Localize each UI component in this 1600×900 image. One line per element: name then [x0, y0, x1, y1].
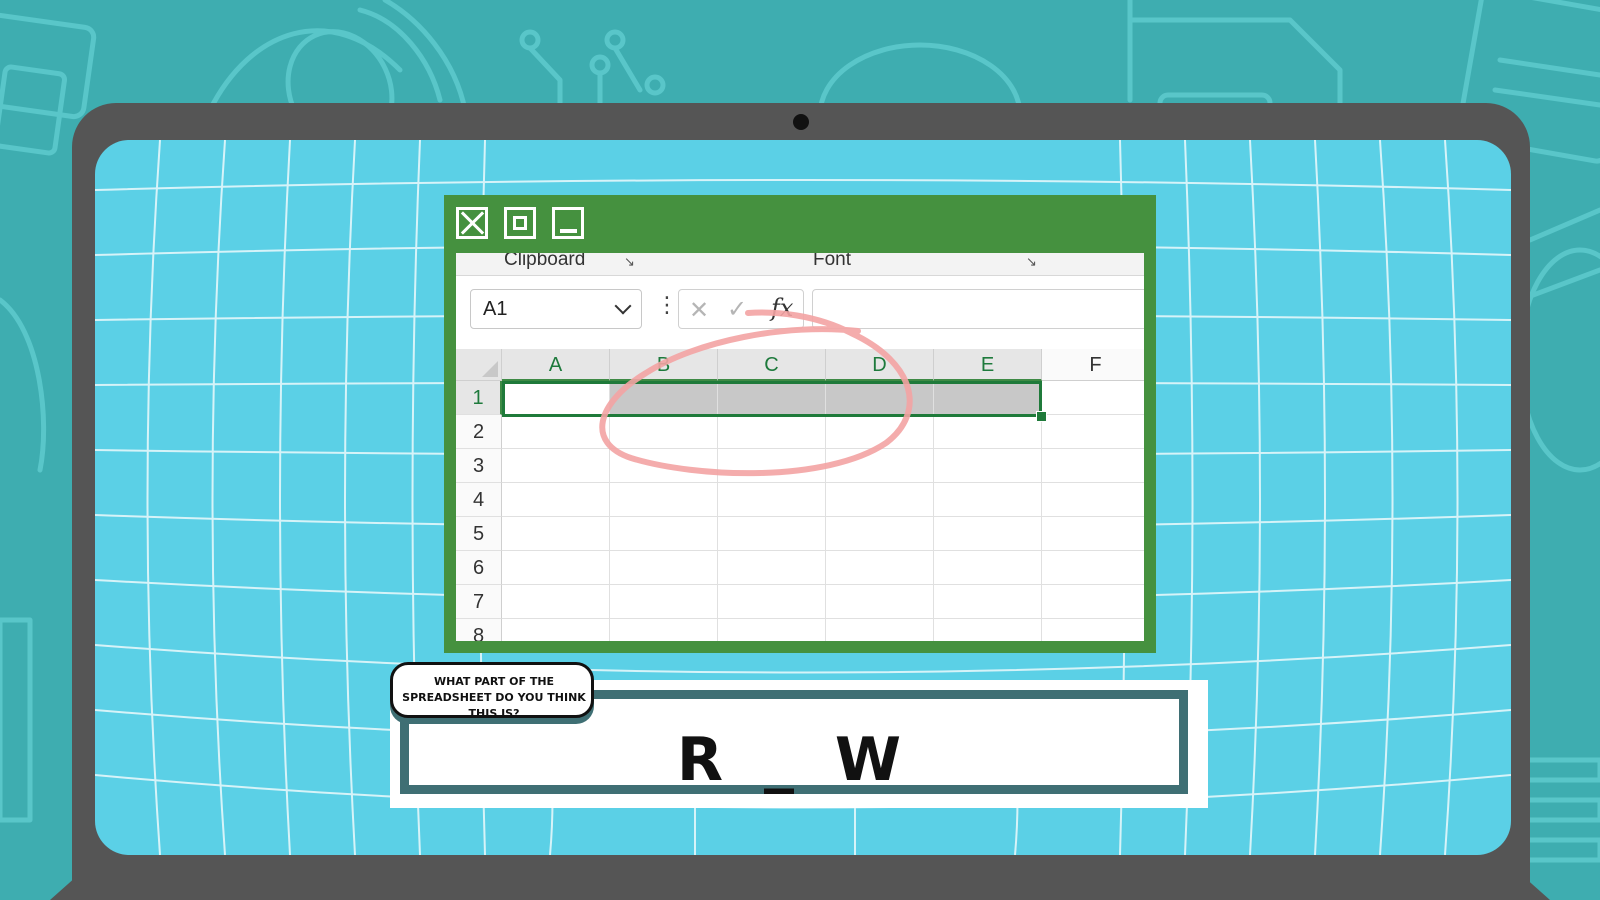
cell-f1[interactable]: [1042, 381, 1144, 415]
ribbon-group-strip: Clipboard ↘ Font ↘: [456, 253, 1144, 276]
row-header-8[interactable]: 8: [456, 619, 502, 641]
cell-a8[interactable]: [502, 619, 610, 641]
cell-a6[interactable]: [502, 551, 610, 585]
cell-a4[interactable]: [502, 483, 610, 517]
more-options-icon[interactable]: ⋮: [656, 295, 678, 317]
cell-b8[interactable]: [610, 619, 718, 641]
answer-hint: R _ W: [676, 725, 912, 795]
cell-f7[interactable]: [1042, 585, 1144, 619]
cell-d2[interactable]: [826, 415, 934, 449]
webcam-icon: [793, 114, 809, 130]
question-bubble: What part of the spreadsheet do you thin…: [390, 662, 594, 720]
spreadsheet-window: Clipboard ↘ Font ↘ A1 ⋮ ✕ ✓ fx ABCDEF 123…: [444, 195, 1156, 653]
cell-b3[interactable]: [610, 449, 718, 483]
cell-d3[interactable]: [826, 449, 934, 483]
cell-e2[interactable]: [934, 415, 1042, 449]
cell-a7[interactable]: [502, 585, 610, 619]
row-header-1[interactable]: 1: [456, 381, 502, 415]
cell-c7[interactable]: [718, 585, 826, 619]
formula-actions: ✕ ✓ fx: [678, 289, 804, 329]
cell-f4[interactable]: [1042, 483, 1144, 517]
cell-d1[interactable]: [826, 381, 934, 415]
fill-handle[interactable]: [1036, 411, 1047, 422]
question-text: What part of the spreadsheet do you thin…: [402, 675, 586, 720]
insert-function-icon[interactable]: fx: [771, 294, 793, 322]
cell-b6[interactable]: [610, 551, 718, 585]
cell-a3[interactable]: [502, 449, 610, 483]
minimize-icon[interactable]: [552, 207, 584, 239]
cell-b2[interactable]: [610, 415, 718, 449]
column-header-e[interactable]: E: [934, 349, 1042, 381]
cell-e1[interactable]: [934, 381, 1042, 415]
cell-a1[interactable]: [502, 381, 610, 415]
column-header-a[interactable]: A: [502, 349, 610, 381]
cell-d5[interactable]: [826, 517, 934, 551]
cell-c4[interactable]: [718, 483, 826, 517]
cell-c5[interactable]: [718, 517, 826, 551]
select-all-corner[interactable]: [456, 349, 502, 381]
cancel-icon[interactable]: ✕: [689, 296, 709, 324]
column-header-f[interactable]: F: [1042, 349, 1144, 381]
cell-e3[interactable]: [934, 449, 1042, 483]
cell-f5[interactable]: [1042, 517, 1144, 551]
cell-d4[interactable]: [826, 483, 934, 517]
maximize-icon[interactable]: [504, 207, 536, 239]
cell-c8[interactable]: [718, 619, 826, 641]
cell-d7[interactable]: [826, 585, 934, 619]
row-header-6[interactable]: 6: [456, 551, 502, 585]
row-header-3[interactable]: 3: [456, 449, 502, 483]
cell-c6[interactable]: [718, 551, 826, 585]
cell-e6[interactable]: [934, 551, 1042, 585]
formula-input[interactable]: [812, 289, 1144, 329]
spreadsheet-client-area: Clipboard ↘ Font ↘ A1 ⋮ ✕ ✓ fx ABCDEF 123…: [456, 253, 1144, 641]
column-header-b[interactable]: B: [610, 349, 718, 381]
ribbon-group-clipboard: Clipboard: [504, 253, 586, 270]
row-header-4[interactable]: 4: [456, 483, 502, 517]
cell-b1[interactable]: [610, 381, 718, 415]
dialog-launcher-icon[interactable]: ↘: [624, 255, 635, 270]
cell-a5[interactable]: [502, 517, 610, 551]
cell-e5[interactable]: [934, 517, 1042, 551]
cell-d8[interactable]: [826, 619, 934, 641]
dialog-launcher-icon[interactable]: ↘: [1026, 255, 1037, 270]
cell-c2[interactable]: [718, 415, 826, 449]
cell-a2[interactable]: [502, 415, 610, 449]
name-box-value: A1: [483, 298, 508, 320]
close-icon[interactable]: [456, 207, 488, 239]
row-header-5[interactable]: 5: [456, 517, 502, 551]
row-header-7[interactable]: 7: [456, 585, 502, 619]
cell-e4[interactable]: [934, 483, 1042, 517]
row-header-2[interactable]: 2: [456, 415, 502, 449]
cell-f2[interactable]: [1042, 415, 1144, 449]
chevron-down-icon[interactable]: [614, 297, 632, 315]
name-box[interactable]: A1: [470, 289, 642, 329]
cell-b7[interactable]: [610, 585, 718, 619]
check-icon[interactable]: ✓: [727, 295, 747, 323]
ribbon-group-font: Font: [813, 253, 852, 270]
cell-d6[interactable]: [826, 551, 934, 585]
cell-f3[interactable]: [1042, 449, 1144, 483]
cell-f6[interactable]: [1042, 551, 1144, 585]
worksheet-grid: ABCDEF 12345678: [456, 349, 1144, 641]
cell-b5[interactable]: [610, 517, 718, 551]
cell-c1[interactable]: [718, 381, 826, 415]
column-header-c[interactable]: C: [718, 349, 826, 381]
cell-e7[interactable]: [934, 585, 1042, 619]
cell-c3[interactable]: [718, 449, 826, 483]
column-header-d[interactable]: D: [826, 349, 934, 381]
cell-f8[interactable]: [1042, 619, 1144, 641]
cell-e8[interactable]: [934, 619, 1042, 641]
cell-b4[interactable]: [610, 483, 718, 517]
